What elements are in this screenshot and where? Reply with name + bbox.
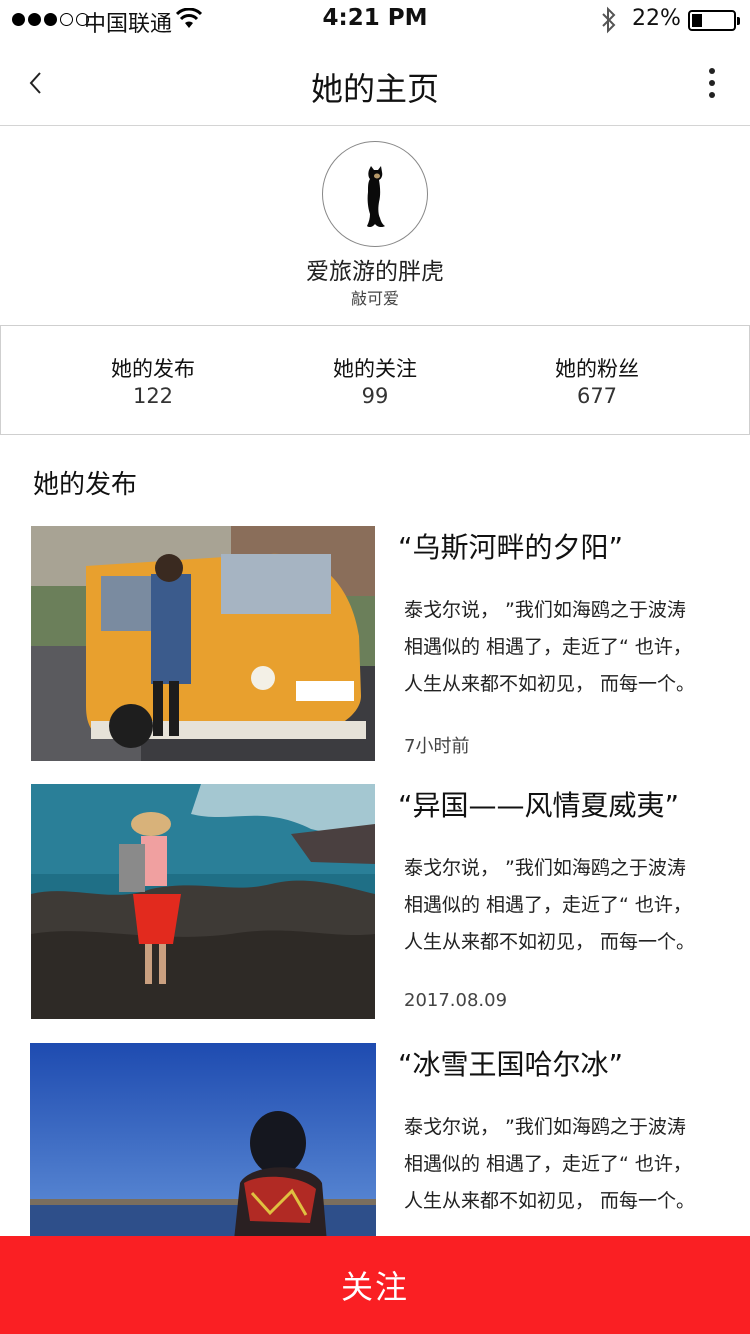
page-title: 她的主页	[310, 70, 439, 108]
follow-button[interactable]: 关注	[0, 1236, 750, 1334]
stat-posts[interactable]: 她的发布 122	[53, 354, 253, 408]
username: 爱旅游的胖虎	[306, 259, 444, 285]
battery-icon	[688, 10, 740, 31]
post-excerpt: 泰戈尔说， ”我们如海鸥之于波涛 相遇似的 相遇了，走近了“ 也许， 人生从来都…	[404, 599, 696, 695]
section-title: 她的发布	[33, 470, 138, 500]
stat-value: 677	[576, 384, 618, 408]
more-vertical-icon[interactable]	[700, 66, 724, 100]
stats-panel: 她的发布 122 她的关注 99 她的粉丝 677	[0, 325, 750, 435]
post-time: 7小时前	[404, 736, 470, 757]
post-title: “异国——风情夏威夷”	[398, 789, 680, 822]
stat-value: 122	[132, 384, 174, 408]
stat-value: 99	[361, 384, 389, 408]
status-bar: 中国联通 4:21 PM 22%	[0, 0, 750, 40]
post-time: 2017.08.09	[404, 990, 508, 1011]
stat-followers[interactable]: 她的粉丝 677	[497, 354, 697, 408]
stat-label: 她的发布	[111, 357, 195, 381]
stat-label: 她的粉丝	[555, 357, 639, 381]
post-image[interactable]	[31, 526, 375, 761]
post-image[interactable]	[31, 784, 375, 1019]
post-title: “乌斯河畔的夕阳”	[398, 531, 624, 564]
post-title: “冰雪王国哈尔冰”	[398, 1048, 624, 1081]
bluetooth-icon	[602, 6, 616, 34]
nav-bar: 她的主页	[0, 40, 750, 126]
cat-silhouette-icon	[367, 166, 385, 228]
avatar[interactable]	[322, 141, 428, 247]
stat-following[interactable]: 她的关注 99	[275, 354, 475, 408]
user-bio: 敲可爱	[350, 289, 399, 308]
post-item[interactable]: “乌斯河畔的夕阳” 泰戈尔说， ”我们如海鸥之于波涛 相遇似的 相遇了，走近了“…	[0, 526, 750, 766]
post-excerpt: 泰戈尔说， ”我们如海鸥之于波涛 相遇似的 相遇了，走近了“ 也许， 人生从来都…	[404, 857, 696, 953]
post-excerpt: 泰戈尔说， ”我们如海鸥之于波涛 相遇似的 相遇了，走近了“ 也许， 人生从来都…	[404, 1116, 696, 1212]
stat-label: 她的关注	[333, 357, 417, 381]
battery-percent: 22%	[632, 6, 681, 31]
post-item[interactable]: “异国——风情夏威夷” 泰戈尔说， ”我们如海鸥之于波涛 相遇似的 相遇了，走近…	[0, 784, 750, 1024]
